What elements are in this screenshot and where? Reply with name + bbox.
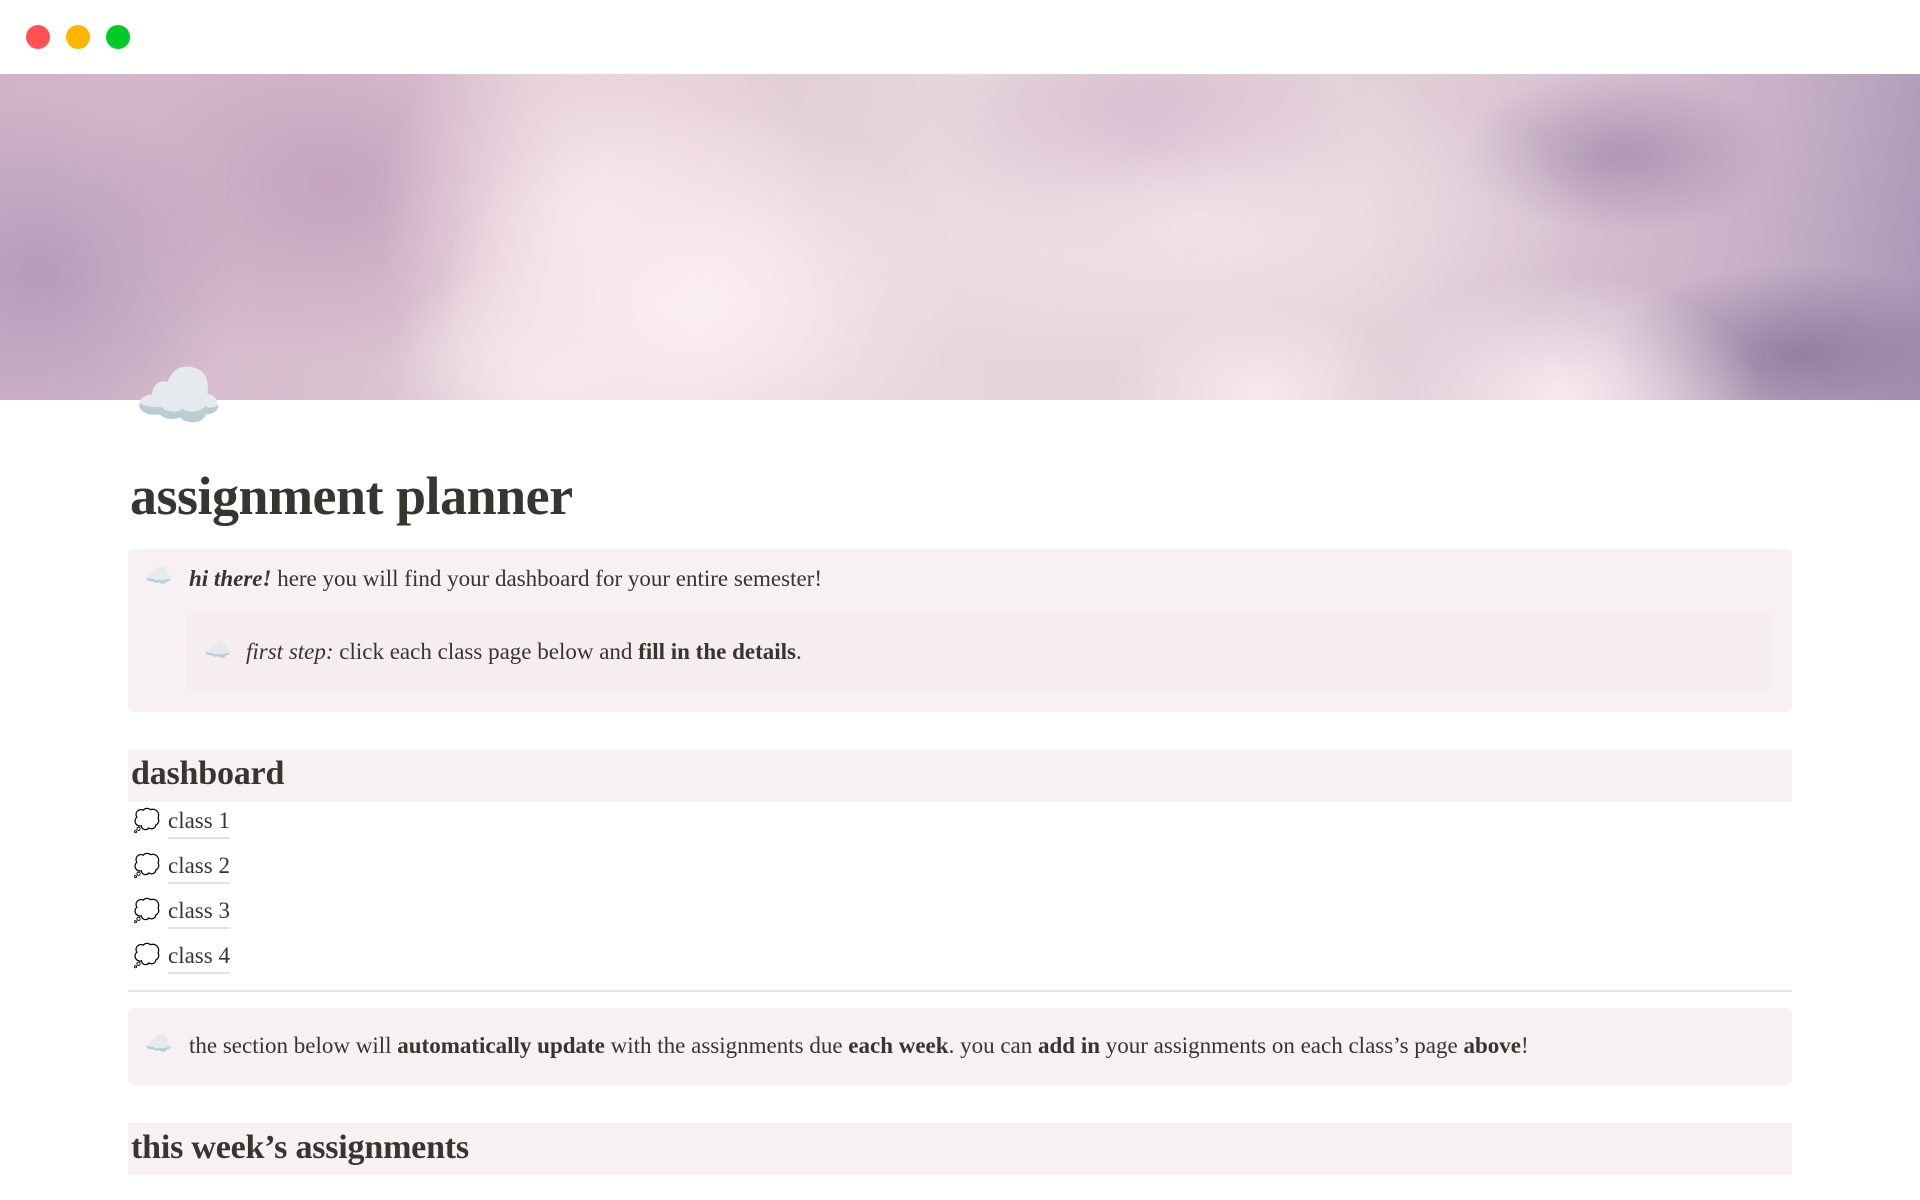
- minimize-window-button[interactable]: [66, 25, 90, 49]
- auto-update-callout: ☁️ the section below will automatically …: [128, 1008, 1792, 1085]
- note-text: !: [1520, 1033, 1529, 1058]
- intro-body: here you will find your dashboard for yo…: [271, 566, 822, 591]
- dashboard-heading-block: dashboard: [128, 749, 1792, 802]
- note-text: with the assignments due: [604, 1033, 849, 1058]
- intro-lead: hi there!: [189, 566, 272, 591]
- first-step-lead: first step:: [246, 639, 334, 664]
- thought-balloon-icon: 💭: [133, 809, 161, 834]
- first-step-body: click each class page below and: [333, 639, 639, 664]
- cloud-icon[interactable]: ☁️: [204, 638, 231, 664]
- class-page-label[interactable]: class 2: [168, 851, 230, 884]
- weekly-assignments-heading[interactable]: this week’s assignments: [128, 1123, 1792, 1173]
- zoom-window-button[interactable]: [106, 25, 130, 49]
- note-emphasis: add in: [1037, 1033, 1100, 1058]
- close-window-button[interactable]: [26, 25, 50, 49]
- page-title[interactable]: assignment planner: [130, 458, 573, 534]
- note-text: the section below will: [189, 1033, 398, 1058]
- note-emphasis: each week: [848, 1033, 949, 1058]
- class-page-link[interactable]: 💭 class 1: [133, 804, 230, 840]
- class-page-link[interactable]: 💭 class 3: [133, 894, 230, 930]
- first-step-callout: ☁️ first step: click each class page bel…: [187, 613, 1770, 690]
- window-titlebar: [0, 0, 1920, 74]
- intro-callout-text: hi there! here you will find your dashbo…: [189, 564, 822, 594]
- thought-balloon-icon: 💭: [133, 899, 161, 924]
- page-cloud-icon[interactable]: ☁️: [134, 355, 224, 435]
- class-page-label[interactable]: class 4: [168, 941, 230, 974]
- first-step-end: .: [795, 639, 802, 664]
- note-text: . you can: [948, 1033, 1038, 1058]
- weekly-heading-block: this week’s assignments: [128, 1123, 1792, 1175]
- note-emphasis: above: [1463, 1033, 1521, 1058]
- auto-update-text: the section below will automatically upd…: [189, 1031, 1529, 1061]
- note-text: your assignments on each class’s page: [1100, 1033, 1464, 1058]
- first-step-emphasis: fill in the details: [638, 639, 796, 664]
- class-page-link[interactable]: 💭 class 4: [133, 939, 230, 975]
- thought-balloon-icon: 💭: [133, 944, 161, 969]
- thought-balloon-icon: 💭: [133, 854, 161, 879]
- divider: [128, 990, 1792, 992]
- class-page-label[interactable]: class 1: [168, 806, 230, 839]
- first-step-text: first step: click each class page below …: [246, 637, 802, 667]
- class-page-link[interactable]: 💭 class 2: [133, 849, 230, 885]
- cloud-icon[interactable]: ☁️: [145, 564, 172, 590]
- page-cover-image[interactable]: [0, 74, 1920, 400]
- note-emphasis: automatically update: [397, 1033, 605, 1058]
- cloud-icon[interactable]: ☁️: [145, 1032, 172, 1058]
- dashboard-heading[interactable]: dashboard: [128, 749, 1792, 799]
- class-page-label[interactable]: class 3: [168, 896, 230, 929]
